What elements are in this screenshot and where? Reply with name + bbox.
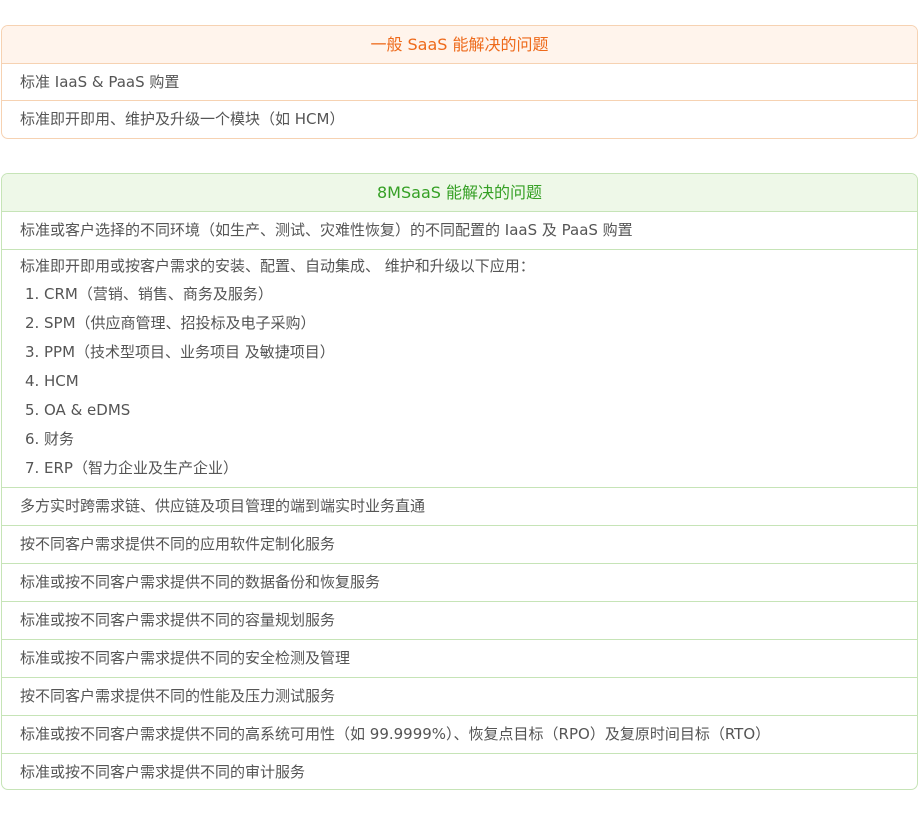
general-saas-title: 一般 SaaS 能解决的问题	[2, 26, 917, 64]
msaas-row: 标准或按不同客户需求提供不同的容量规划服务	[2, 602, 917, 640]
msaas-row: 按不同客户需求提供不同的应用软件定制化服务	[2, 526, 917, 564]
list-item: 3. PPM（技术型项目、业务项目 及敏捷项目）	[25, 343, 335, 361]
msaas-panel: 8MSaaS 能解决的问题 标准或客户选择的不同环境（如生产、测试、灾难性恢复）…	[1, 173, 918, 790]
msaas-apps-intro: 标准即开即用或按客户需求的安装、配置、自动集成、 维护和升级以下应用：	[20, 257, 535, 275]
list-item: 6. 财务	[25, 430, 75, 448]
msaas-row: 按不同客户需求提供不同的性能及压力测试服务	[2, 678, 917, 716]
list-item: 5. OA & eDMS	[25, 401, 131, 419]
msaas-row: 标准或按不同客户需求提供不同的安全检测及管理	[2, 640, 917, 678]
msaas-row: 标准或客户选择的不同环境（如生产、测试、灾难性恢复）的不同配置的 IaaS 及 …	[2, 212, 917, 250]
msaas-row: 标准或按不同客户需求提供不同的审计服务	[20, 763, 306, 781]
general-saas-panel: 一般 SaaS 能解决的问题 标准 IaaS & PaaS 购置 标准即开即用、…	[1, 25, 918, 139]
msaas-title: 8MSaaS 能解决的问题	[2, 174, 917, 212]
list-item: 7. ERP（智力企业及生产企业）	[25, 459, 238, 477]
list-item: 1. CRM（营销、销售、商务及服务）	[25, 285, 273, 303]
msaas-apps-list: 1. CRM（营销、销售、商务及服务） 2. SPM（供应商管理、招投标及电子采购）…	[20, 280, 917, 483]
msaas-row: 多方实时跨需求链、供应链及项目管理的端到端实时业务直通	[2, 488, 917, 526]
msaas-row: 标准或按不同客户需求提供不同的高系统可用性（如 99.9999%）、恢复点目标（…	[2, 716, 917, 754]
list-item: 4. HCM	[25, 372, 79, 390]
general-saas-row: 标准 IaaS & PaaS 购置	[2, 64, 917, 101]
general-saas-row: 标准即开即用、维护及升级一个模块（如 HCM）	[20, 110, 345, 128]
msaas-apps-row: 标准即开即用或按客户需求的安装、配置、自动集成、 维护和升级以下应用： 1. CR…	[2, 250, 917, 488]
msaas-row: 标准或按不同客户需求提供不同的数据备份和恢复服务	[2, 564, 917, 602]
list-item: 2. SPM（供应商管理、招投标及电子采购）	[25, 314, 316, 332]
